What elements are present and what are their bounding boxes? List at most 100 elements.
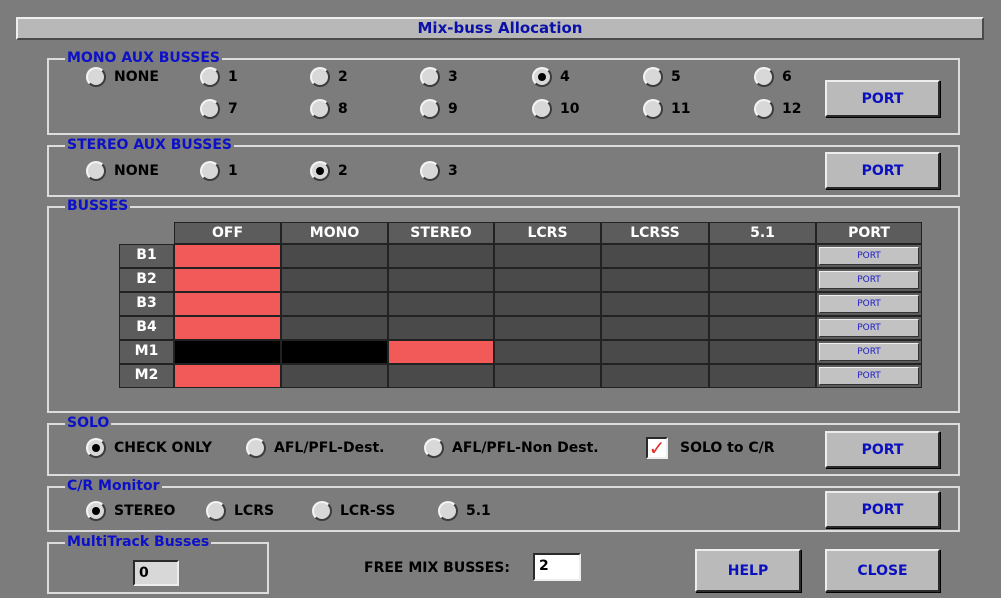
bus-cell-m2-lcrs[interactable] [494, 364, 601, 388]
bus-cell-b2-mono[interactable] [281, 268, 388, 292]
help-button[interactable]: HELP [695, 549, 801, 592]
bus-cell-b4-stereo[interactable] [388, 316, 494, 340]
bus-cell-b4-lcrs[interactable] [494, 316, 601, 340]
bus-col-header-5-1: 5.1 [709, 222, 816, 244]
bus-cell-m2-stereo[interactable] [388, 364, 494, 388]
bus-cell-m1-lcrss[interactable] [601, 340, 709, 364]
bus-cell-b2-lcrs[interactable] [494, 268, 601, 292]
cr-monitor-radio-label: 5.1 [466, 503, 491, 519]
bus-col-header-stereo: STEREO [388, 222, 494, 244]
radio-circle-icon [86, 501, 106, 521]
mono-aux-radio-5[interactable]: 5 [643, 66, 681, 88]
mono-aux-radio-label: NONE [114, 69, 159, 85]
bus-cell-b3-5-1[interactable] [709, 292, 816, 316]
bus-cell-m1-stereo[interactable] [388, 340, 494, 364]
stereo-aux-radio-2[interactable]: 2 [310, 160, 348, 182]
bus-cell-b3-mono[interactable] [281, 292, 388, 316]
mono-aux-radio-7[interactable]: 7 [200, 98, 238, 120]
radio-circle-icon [532, 99, 552, 119]
mono-aux-radio-none[interactable]: NONE [86, 66, 159, 88]
cr-monitor-radio-stereo[interactable]: STEREO [86, 500, 175, 522]
bus-cell-b4-off[interactable] [174, 316, 281, 340]
bus-cell-m2-5-1[interactable] [709, 364, 816, 388]
bus-col-header-lcrss: LCRSS [601, 222, 709, 244]
mono-aux-radio-9[interactable]: 9 [420, 98, 458, 120]
bus-port-button-b4[interactable]: PORT [819, 319, 919, 337]
radio-circle-icon [643, 67, 663, 87]
stereo-aux-port-button[interactable]: PORT [825, 152, 940, 189]
bus-cell-b2-off[interactable] [174, 268, 281, 292]
radio-circle-icon [206, 501, 226, 521]
solo-radio-check-only[interactable]: CHECK ONLY [86, 437, 212, 459]
bus-cell-b4-5-1[interactable] [709, 316, 816, 340]
solo-to-cr-checkbox[interactable]: ✓ [646, 437, 668, 459]
mono-aux-radio-label: 4 [560, 69, 570, 85]
solo-radio-afl-pfl-dest[interactable]: AFL/PFL-Dest. [246, 437, 384, 459]
mix-buss-allocation-window: Mix-buss Allocation MONO AUX BUSSES PORT… [0, 0, 1001, 598]
mono-aux-radio-4[interactable]: 4 [532, 66, 570, 88]
bus-cell-b2-lcrss[interactable] [601, 268, 709, 292]
radio-circle-icon [420, 161, 440, 181]
mono-aux-port-button[interactable]: PORT [825, 80, 940, 117]
bus-cell-b1-off[interactable] [174, 244, 281, 268]
mono-aux-radio-label: 3 [448, 69, 458, 85]
radio-circle-icon [420, 67, 440, 87]
radio-circle-icon [312, 501, 332, 521]
bus-cell-m2-lcrss[interactable] [601, 364, 709, 388]
mono-aux-radio-label: 12 [782, 101, 802, 117]
free-mix-busses-field[interactable]: 2 [533, 553, 581, 581]
bus-cell-m1-5-1[interactable] [709, 340, 816, 364]
radio-circle-icon [86, 161, 106, 181]
bus-cell-b1-5-1[interactable] [709, 244, 816, 268]
cr-monitor-radio-lcr-ss[interactable]: LCR-SS [312, 500, 395, 522]
solo-port-button[interactable]: PORT [825, 431, 940, 468]
cr-monitor-radio-label: LCR-SS [340, 503, 396, 519]
bus-port-button-b1[interactable]: PORT [819, 247, 919, 265]
bus-cell-b2-5-1[interactable] [709, 268, 816, 292]
bus-cell-b1-lcrss[interactable] [601, 244, 709, 268]
bus-port-button-b3[interactable]: PORT [819, 295, 919, 313]
bus-cell-b1-stereo[interactable] [388, 244, 494, 268]
bus-cell-m1-off[interactable] [174, 340, 281, 364]
mono-aux-radio-11[interactable]: 11 [643, 98, 690, 120]
stereo-aux-radio-1[interactable]: 1 [200, 160, 238, 182]
mono-aux-radio-8[interactable]: 8 [310, 98, 348, 120]
bus-col-header-mono: MONO [281, 222, 388, 244]
bus-cell-b2-stereo[interactable] [388, 268, 494, 292]
stereo-aux-radio-label: NONE [114, 163, 159, 179]
solo-radio-afl-pfl-non-dest[interactable]: AFL/PFL-Non Dest. [424, 437, 599, 459]
radio-circle-icon [86, 438, 106, 458]
mono-aux-radio-label: 5 [671, 69, 681, 85]
bus-row-label: B1 [119, 244, 174, 268]
bus-port-button-m2[interactable]: PORT [819, 367, 919, 385]
mono-aux-radio-10[interactable]: 10 [532, 98, 579, 120]
cr-monitor-radio-5-1[interactable]: 5.1 [438, 500, 491, 522]
bus-cell-m2-mono[interactable] [281, 364, 388, 388]
bus-port-button-m1[interactable]: PORT [819, 343, 919, 361]
bus-cell-b1-mono[interactable] [281, 244, 388, 268]
radio-circle-icon [200, 161, 220, 181]
bus-cell-b4-mono[interactable] [281, 316, 388, 340]
bus-cell-b3-off[interactable] [174, 292, 281, 316]
mono-aux-radio-12[interactable]: 12 [754, 98, 801, 120]
bus-cell-b3-stereo[interactable] [388, 292, 494, 316]
bus-cell-b4-lcrss[interactable] [601, 316, 709, 340]
mono-aux-radio-6[interactable]: 6 [754, 66, 792, 88]
mono-aux-radio-2[interactable]: 2 [310, 66, 348, 88]
bus-cell-m1-mono[interactable] [281, 340, 388, 364]
bus-cell-b3-lcrss[interactable] [601, 292, 709, 316]
cr-monitor-port-button[interactable]: PORT [825, 491, 940, 528]
bus-cell-b3-lcrs[interactable] [494, 292, 601, 316]
mono-aux-radio-3[interactable]: 3 [420, 66, 458, 88]
bus-cell-m1-lcrs[interactable] [494, 340, 601, 364]
stereo-aux-radio-3[interactable]: 3 [420, 160, 458, 182]
cr-monitor-radio-lcrs[interactable]: LCRS [206, 500, 274, 522]
bus-port-button-b2[interactable]: PORT [819, 271, 919, 289]
stereo-aux-radio-label: 1 [228, 163, 238, 179]
close-button[interactable]: CLOSE [825, 549, 940, 592]
cr-monitor-radio-label: LCRS [234, 503, 275, 519]
stereo-aux-radio-none[interactable]: NONE [86, 160, 159, 182]
mono-aux-radio-1[interactable]: 1 [200, 66, 238, 88]
bus-cell-m2-off[interactable] [174, 364, 281, 388]
bus-cell-b1-lcrs[interactable] [494, 244, 601, 268]
